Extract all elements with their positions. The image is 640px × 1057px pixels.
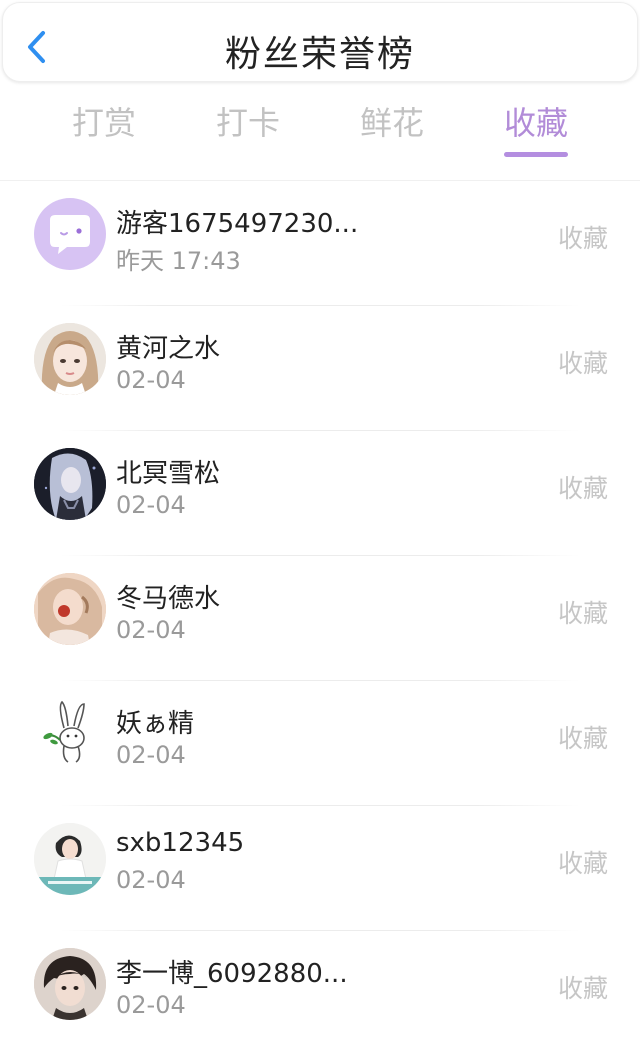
favorite-label: 收藏 [557, 599, 608, 628]
fan-time: 02-04 [116, 866, 186, 894]
avatar-photo [34, 448, 106, 520]
tab-checkin[interactable]: 打卡 [176, 98, 320, 144]
avatar-photo [34, 323, 106, 395]
tab-bar: 打赏 打卡 鲜花 收藏 [32, 98, 608, 168]
tab-favorites-label: 收藏 [503, 104, 568, 142]
fan-name: 李一博_6092880... [116, 959, 348, 989]
fan-time: 02-04 [116, 366, 186, 394]
list-item[interactable]: 黄河之水 02-04 收藏 [0, 306, 640, 431]
avatar-photo [34, 948, 106, 1020]
active-tab-indicator [504, 152, 568, 157]
favorite-label: 收藏 [557, 974, 608, 1003]
chat-bubble-icon [50, 215, 90, 254]
app-screen: 粉丝荣誉榜 打赏 打卡 鲜花 收藏 游客1675497230... 昨天 17:… [0, 0, 640, 1057]
user-photo-avatar [34, 823, 106, 895]
top-bar: 粉丝荣誉榜 [2, 2, 638, 82]
fan-time: 02-04 [116, 741, 186, 769]
favorite-label: 收藏 [557, 474, 608, 503]
tab-flowers[interactable]: 鲜花 [320, 98, 464, 144]
list-item[interactable]: 李一博_6092880... 02-04 收藏 [0, 931, 640, 1056]
fan-time: 02-04 [116, 616, 186, 644]
list-item[interactable]: 妖ぁ精 02-04 收藏 [0, 681, 640, 806]
list-item[interactable]: 游客1675497230... 昨天 17:43 收藏 [0, 181, 640, 306]
page-title: 粉丝荣誉榜 [224, 34, 415, 75]
list-item[interactable]: sxb12345 02-04 收藏 [0, 806, 640, 931]
user-photo-avatar [34, 573, 106, 645]
fan-time: 昨天 17:43 [116, 247, 241, 275]
tab-reward[interactable]: 打赏 [32, 98, 176, 144]
avatar-photo [34, 823, 106, 895]
fan-name: 北冥雪松 [116, 459, 221, 489]
guest-chat-avatar [34, 198, 106, 270]
favorite-label: 收藏 [557, 349, 608, 378]
tab-favorites[interactable]: 收藏 [464, 98, 608, 157]
user-photo-avatar [34, 323, 106, 395]
avatar-photo [34, 573, 106, 645]
fan-time: 02-04 [116, 491, 186, 519]
favorite-label: 收藏 [557, 224, 608, 253]
fan-time: 02-04 [116, 991, 186, 1019]
user-photo-avatar [34, 948, 106, 1020]
fan-name: 冬马德水 [116, 584, 221, 614]
fan-name: 妖ぁ精 [116, 709, 195, 739]
list-item[interactable]: 冬马德水 02-04 收藏 [0, 556, 640, 681]
favorite-label: 收藏 [557, 724, 608, 753]
user-photo-avatar [34, 448, 106, 520]
fan-name: sxb12345 [116, 828, 245, 858]
favorite-label: 收藏 [557, 849, 608, 878]
fan-list: 游客1675497230... 昨天 17:43 收藏 黄河之水 02-04 收… [0, 181, 640, 1056]
rabbit-icon [34, 698, 106, 770]
fan-name: 黄河之水 [116, 334, 221, 364]
fan-name: 游客1675497230... [116, 209, 359, 239]
list-item[interactable]: 北冥雪松 02-04 收藏 [0, 431, 640, 556]
rabbit-sketch-avatar [34, 698, 106, 770]
